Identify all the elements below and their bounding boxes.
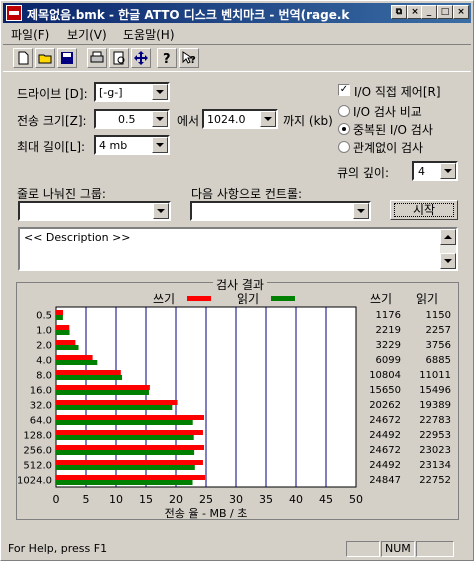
write-value: 24847 — [369, 475, 401, 486]
read-bar — [56, 465, 195, 470]
x-tick-label: 0 — [53, 493, 60, 506]
x-tick-label: 5 — [83, 493, 90, 506]
y-tick-label: 512.0 — [23, 461, 52, 472]
y-tick-label: 0.5 — [36, 311, 52, 322]
y-tick-label: 32.0 — [30, 401, 52, 412]
write-bar — [56, 385, 150, 390]
x-tick-label: 20 — [169, 493, 183, 506]
read-value: 2257 — [425, 325, 451, 336]
y-tick-label: 256.0 — [23, 446, 52, 457]
read-bar — [56, 480, 193, 485]
read-bar — [56, 375, 123, 380]
write-bar — [56, 325, 70, 330]
write-value: 24672 — [369, 415, 401, 426]
write-value: 10804 — [369, 370, 401, 381]
write-value: 15650 — [369, 385, 401, 396]
x-tick-label: 40 — [289, 493, 303, 506]
y-tick-label: 64.0 — [30, 416, 52, 427]
status-panel-scroll — [416, 541, 454, 557]
status-bar: For Help, press F1 NUM — [3, 539, 471, 559]
read-value: 23023 — [419, 445, 451, 456]
write-bar — [56, 355, 93, 360]
write-bar — [56, 370, 121, 375]
y-tick-label: 4.0 — [36, 356, 52, 367]
read-value: 22953 — [419, 430, 451, 441]
write-bar — [56, 460, 203, 465]
status-help-text: For Help, press F1 — [8, 542, 108, 555]
read-bar — [56, 330, 70, 335]
read-value: 11011 — [419, 370, 451, 381]
write-bar — [56, 310, 64, 315]
write-value: 24492 — [369, 430, 401, 441]
status-panel-caps — [346, 541, 380, 557]
throughput-chart: 0 5 10 15 20 25 30 35 40 45 50 0.5 1.0 2.0 4.0 8.0 16.0 3… — [17, 306, 363, 520]
app-window: 제목없음.bmk - 한글 ATTO 디스크 벤치마크 - 번역(rage.k … — [0, 0, 474, 561]
read-value: 15496 — [419, 385, 451, 396]
write-value: 24492 — [369, 460, 401, 471]
y-tick-label: 2.0 — [36, 341, 52, 352]
write-bar — [56, 340, 76, 345]
write-value: 24672 — [369, 445, 401, 456]
write-bar — [56, 415, 205, 420]
write-bar — [56, 430, 203, 435]
read-bar — [56, 315, 63, 320]
read-bar — [56, 360, 98, 365]
read-value: 1150 — [425, 310, 451, 321]
write-bar — [56, 445, 205, 450]
read-value: 22783 — [419, 415, 451, 426]
x-axis-label: 전송 율 - MB / 초 — [165, 507, 248, 520]
y-tick-label: 128.0 — [23, 431, 52, 442]
x-tick-label: 50 — [349, 493, 363, 506]
x-tick-label: 30 — [229, 493, 243, 506]
write-value: 1176 — [375, 310, 401, 321]
x-tick-label: 10 — [109, 493, 123, 506]
x-tick-label: 15 — [139, 493, 153, 506]
read-value: 3756 — [425, 340, 451, 351]
write-value: 20262 — [369, 400, 401, 411]
read-bar — [56, 345, 79, 350]
read-bar — [56, 450, 195, 455]
read-bar — [56, 420, 193, 425]
write-value: 6099 — [375, 355, 401, 366]
write-bar — [56, 475, 206, 480]
y-tick-label: 1.0 — [36, 326, 52, 337]
x-tick-label: 45 — [319, 493, 333, 506]
read-value: 6885 — [425, 355, 451, 366]
x-tick-label: 25 — [199, 493, 213, 506]
x-tick-label: 35 — [259, 493, 273, 506]
status-num-indicator: NUM — [381, 541, 415, 557]
y-tick-label: 1024.0 — [17, 476, 52, 487]
read-value: 19389 — [419, 400, 451, 411]
y-tick-label: 16.0 — [30, 386, 52, 397]
write-value: 3229 — [375, 340, 401, 351]
read-bar — [56, 405, 173, 410]
y-tick-label: 8.0 — [36, 371, 52, 382]
read-value: 23134 — [419, 460, 451, 471]
read-value: 22752 — [419, 475, 451, 486]
read-bar — [56, 390, 149, 395]
read-bar — [56, 435, 194, 440]
write-value: 2219 — [375, 325, 401, 336]
write-bar — [56, 400, 178, 405]
